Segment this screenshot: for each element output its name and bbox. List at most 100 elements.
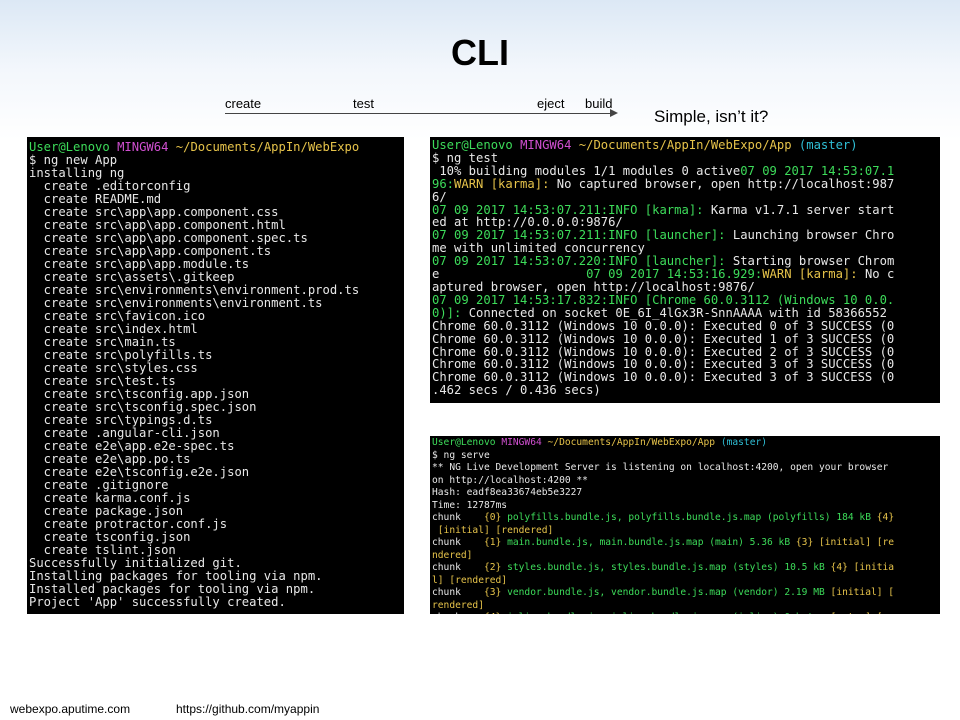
terminal-text: create tslint.json: [29, 543, 176, 557]
terminal-text: create src\environments\environment.ts: [29, 296, 323, 310]
terminal-text: create src\index.html: [29, 322, 198, 336]
terminal-text: Karma v1.7.1 server start: [710, 202, 895, 217]
terminal-text: create src\test.ts: [29, 374, 176, 388]
terminal-text: [initial] [re: [819, 537, 895, 548]
terminal-text: [initia: [853, 562, 895, 573]
terminal-text: create .angular-cli.json: [29, 426, 220, 440]
terminal-text: {1}: [483, 537, 508, 548]
step-create: create: [225, 96, 262, 111]
terminal-ng-serve: User@Lenovo MINGW64 ~/Documents/AppIn/We…: [430, 436, 940, 614]
terminal-text: chunk: [432, 562, 484, 573]
terminal-text: create src\environments\environment.prod…: [29, 283, 360, 297]
terminal-text: MINGW64: [501, 437, 548, 448]
terminal-text: {0}: [483, 512, 508, 523]
terminal-text: ed at http://0.0.0.0:9876/: [432, 215, 623, 230]
terminal-text: {3}: [795, 537, 819, 548]
terminal-text: 07 09 2017 14:53:07.211:: [432, 202, 609, 217]
terminal-line: Hash: eadf8ea33674eb5e3227: [432, 487, 940, 500]
terminal-text: create src\app\app.component.spec.ts: [29, 231, 308, 245]
terminal-text: main.bundle.js, main.bundle.js.map (main…: [507, 537, 796, 548]
workflow-arrow-head-icon: [610, 109, 618, 117]
terminal-line: ** NG Live Development Server is listeni…: [432, 462, 940, 475]
terminal-line: Time: 12787ms: [432, 500, 940, 513]
terminal-line: User@Lenovo MINGW64 ~/Documents/AppIn/We…: [432, 139, 940, 152]
terminal-line: 96:WARN [karma]: No captured browser, op…: [432, 176, 940, 191]
terminal-line: chunk {4} inline.bundle.js, inline.bundl…: [432, 612, 940, 614]
terminal-text: INFO [launcher]:: [608, 228, 733, 243]
terminal-text: chunk: [432, 512, 484, 523]
terminal-text: Installed packages for tooling via npm.: [29, 582, 316, 596]
terminal-text: e: [432, 267, 587, 282]
terminal-text: ~/Documents/AppIn/WebExpo: [175, 140, 360, 154]
terminal-text: create src\app\app.component.ts: [29, 244, 272, 258]
terminal-text: Successfully initialized git.: [29, 556, 242, 570]
terminal-text: create e2e\app.e2e-spec.ts: [29, 439, 235, 453]
terminal-text: [entry] [re: [831, 612, 895, 614]
terminal-text: (master): [798, 138, 858, 152]
terminal-text: styles.bundle.js, styles.bundle.js.map (…: [507, 562, 831, 573]
terminal-text: Chrome 60.0.3112 (Windows 10 0.0.0): Exe…: [432, 357, 895, 372]
slide-title: CLI: [451, 32, 509, 73]
terminal-text: create e2e\app.po.ts: [29, 452, 191, 466]
terminal-text: WARN [karma]:: [454, 176, 557, 191]
terminal-text: create package.json: [29, 504, 184, 518]
terminal-text: installing ng: [29, 166, 125, 180]
terminal-text: create .gitignore: [29, 478, 169, 492]
terminal-text: 10% building modules 1/1 modules 0 activ…: [432, 163, 741, 178]
terminal-text: me with unlimited concurrency: [432, 241, 645, 256]
terminal-text: {4}: [830, 562, 854, 573]
terminal-text: l] [rendered]: [432, 574, 508, 586]
terminal-ng-new: User@Lenovo MINGW64 ~/Documents/AppIn/We…: [27, 137, 404, 614]
terminal-line: chunk {0} polyfills.bundle.js, polyfills…: [432, 512, 940, 525]
footer-site-link[interactable]: webexpo.aputime.com: [10, 702, 130, 716]
terminal-text: INFO [Chrome 60.0.3112 (Windows 10 0.0.: [608, 292, 895, 307]
terminal-text: ndered]: [432, 549, 473, 561]
terminal-text: create tsconfig.json: [29, 530, 191, 544]
terminal-text: create .editorconfig: [29, 179, 191, 193]
terminal-text: WARN [karma]:: [762, 267, 865, 282]
terminal-text: create protractor.conf.js: [29, 517, 228, 531]
terminal-text: 07 09 2017 14:53:07.211:: [432, 228, 609, 243]
terminal-text: 07 09 2017 14:53:16.929:: [586, 267, 763, 282]
terminal-text: create e2e\tsconfig.e2e.json: [29, 465, 250, 479]
terminal-text: rendered]: [432, 599, 484, 611]
terminal-text: Chrome 60.0.3112 (Windows 10 0.0.0): Exe…: [432, 318, 895, 333]
terminal-text: 07 09 2017 14:53:17.832:: [432, 292, 609, 307]
terminal-text: create src\main.ts: [29, 335, 176, 349]
terminal-text: create karma.conf.js: [29, 491, 191, 505]
step-test: test: [353, 96, 374, 111]
terminal-line: chunk {3} vendor.bundle.js, vendor.bundl…: [432, 587, 940, 600]
terminal-text: $ ng test: [432, 150, 499, 165]
terminal-text: Chrome 60.0.3112 (Windows 10 0.0.0): Exe…: [432, 344, 895, 359]
terminal-text: {4}: [876, 512, 895, 523]
terminal-text: create src\tsconfig.spec.json: [29, 400, 257, 414]
terminal-line: chunk {1} main.bundle.js, main.bundle.js…: [432, 537, 940, 550]
terminal-text: 07 09 2017 14:53:07.220:: [432, 254, 609, 269]
terminal-text: MINGW64: [520, 138, 579, 152]
terminal-text: {4}: [484, 612, 507, 614]
terminal-text: [initial] [: [830, 587, 895, 598]
terminal-text: Launching browser Chro: [732, 228, 895, 243]
step-eject: eject: [537, 96, 565, 111]
terminal-text: Connected on socket 0E_6I_4lGx3R-SnnAAAA…: [468, 305, 887, 320]
terminal-text: 0)]:: [432, 305, 469, 320]
terminal-text: create src\tsconfig.app.json: [29, 387, 250, 401]
terminal-text: No captured browser, open http://localho…: [556, 176, 895, 191]
terminal-text: User@Lenovo: [432, 138, 521, 152]
terminal-text: ~/Documents/AppIn/WebExpo/App: [547, 437, 721, 448]
tagline: Simple, isn’t it?: [654, 107, 769, 126]
terminal-text: ~/Documents/AppIn/WebExpo/App: [578, 138, 799, 152]
terminal-text: aptured browser, open http://localhost:9…: [432, 279, 755, 294]
terminal-text: Hash: eadf8ea33674eb5e3227: [432, 487, 583, 498]
terminal-text: $ ng serve: [432, 449, 490, 461]
terminal-text: Installing packages for tooling via npm.: [29, 569, 323, 583]
terminal-line: [initial] [rendered]: [432, 525, 940, 538]
terminal-text: User@Lenovo: [432, 437, 502, 448]
terminal-text: Starting browser Chrom: [732, 254, 895, 269]
footer-repo-link[interactable]: https://github.com/myappin: [176, 702, 319, 716]
terminal-text: User@Lenovo: [29, 140, 118, 154]
terminal-text: [initial] [rendered]: [432, 524, 554, 536]
terminal-line: rendered]: [432, 600, 940, 613]
terminal-text: {2}: [483, 562, 508, 573]
terminal-text: Project 'App' successfully created.: [29, 595, 286, 609]
